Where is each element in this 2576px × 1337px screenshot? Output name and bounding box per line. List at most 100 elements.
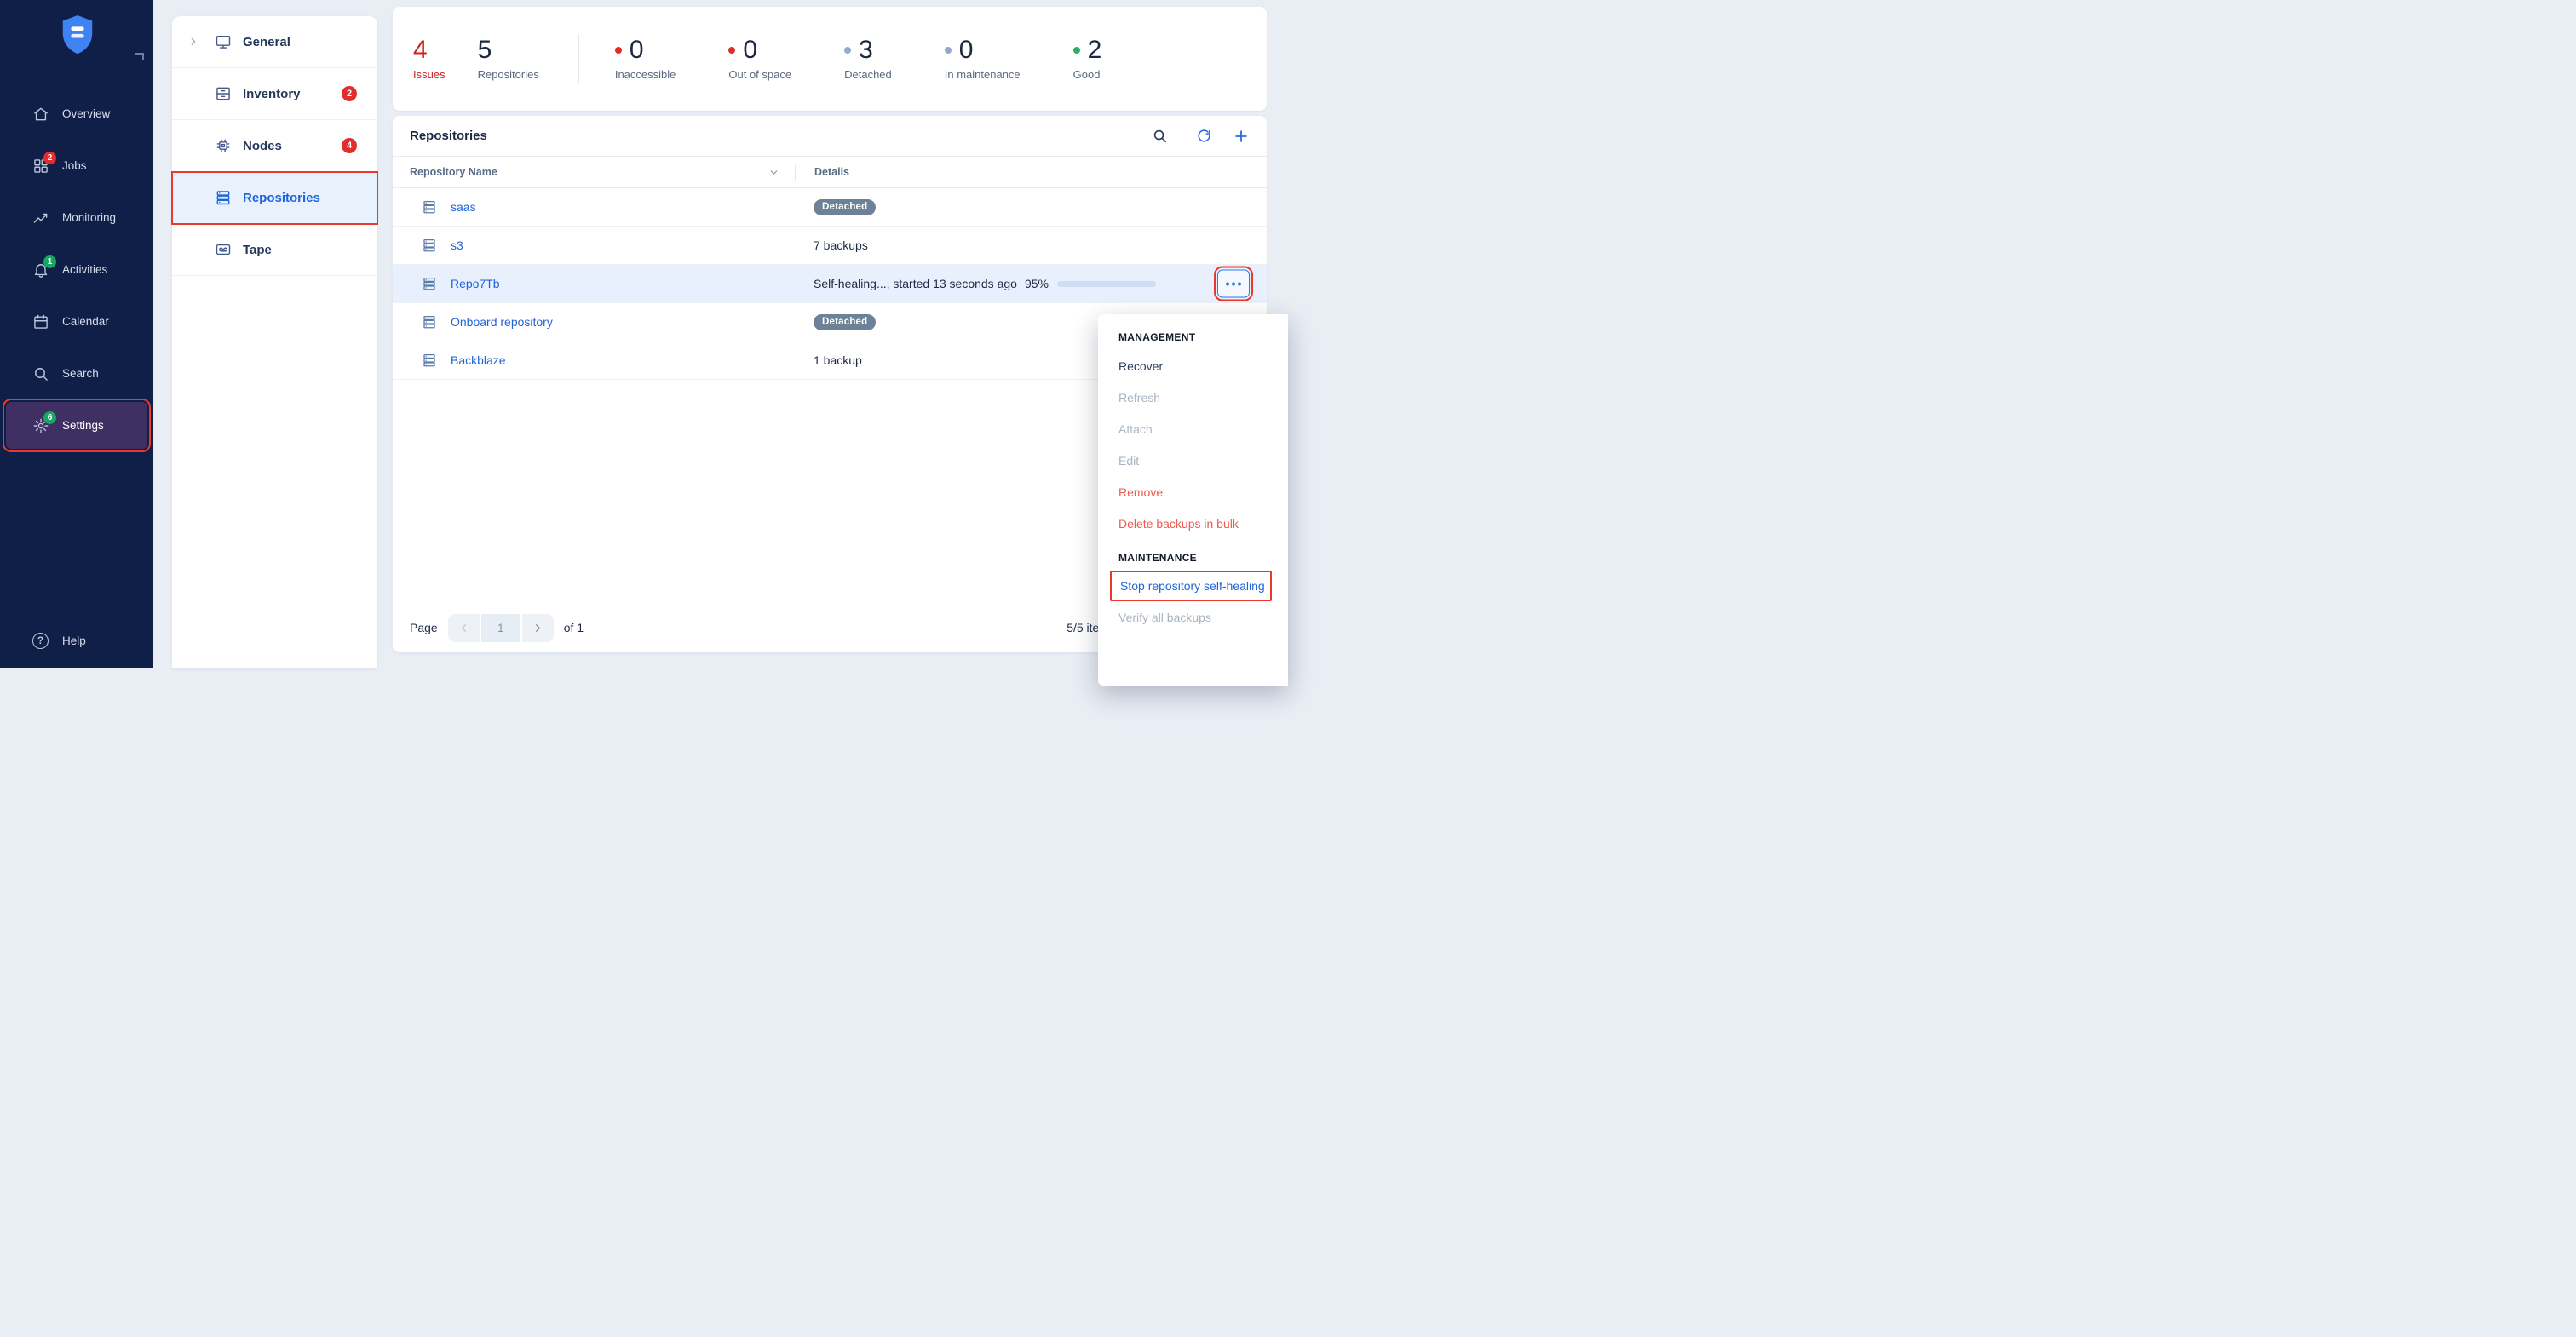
sidebar-help: ? Help <box>0 615 153 667</box>
menu-item-stop-repository-self-healing[interactable]: Stop repository self-healing <box>1110 571 1272 601</box>
page-of-label: of 1 <box>564 621 584 634</box>
sidebar-item-label: Search <box>62 367 99 380</box>
pager: 1 <box>448 614 554 642</box>
repository-name-link[interactable]: Onboard repository <box>451 315 553 329</box>
stat-in-maintenance: 0 In maintenance <box>945 37 1021 81</box>
stat-value: 0 <box>743 37 757 63</box>
sidebar-item-search[interactable]: Search <box>0 347 153 399</box>
menu-item-verify-all-backups: Verify all backups <box>1098 601 1288 633</box>
stat-value: 2 <box>1088 37 1102 63</box>
stat-value: 0 <box>959 37 974 63</box>
column-repository-name[interactable]: Repository Name <box>393 157 795 187</box>
stat-value: 3 <box>859 37 873 63</box>
details-text: 7 backups <box>814 238 868 252</box>
activities-badge: 1 <box>43 255 56 268</box>
help-icon: ? <box>32 633 49 650</box>
stat-label: Detached <box>844 68 892 81</box>
stat-inaccessible: 0 Inaccessible <box>615 37 676 81</box>
stat-issues: 4 Issues <box>413 37 446 81</box>
sidebar-item-help[interactable]: ? Help <box>0 615 153 667</box>
repository-context-menu: MANAGEMENT Recover Refresh Attach Edit R… <box>1098 314 1288 686</box>
page-number-input[interactable]: 1 <box>481 614 520 642</box>
sidebar-item-label: Monitoring <box>62 211 116 224</box>
repository-name-link[interactable]: Backblaze <box>451 353 506 367</box>
next-page-button[interactable] <box>522 614 554 642</box>
tape-icon <box>215 241 232 258</box>
menu-section-header-management: MANAGEMENT <box>1098 323 1288 350</box>
column-label: Repository Name <box>410 166 497 178</box>
app-logo-shield-icon <box>58 14 97 56</box>
menu-item-edit: Edit <box>1098 445 1288 476</box>
repository-icon <box>422 238 437 253</box>
settings-nav-nodes[interactable]: Nodes 4 <box>172 120 377 172</box>
settings-nav-general[interactable]: General <box>172 16 377 68</box>
repositories-icon <box>215 189 232 206</box>
table-row-repo7tb[interactable]: Repo7Tb Self-healing..., started 13 seco… <box>393 265 1267 303</box>
table-row-s3[interactable]: s3 7 backups <box>393 227 1267 265</box>
sidebar-item-jobs[interactable]: 2 Jobs <box>0 140 153 192</box>
table-row-saas[interactable]: saas Detached <box>393 188 1267 227</box>
divider <box>578 34 579 83</box>
progress-bar <box>1057 281 1156 287</box>
row-actions-ellipsis-button[interactable] <box>1217 270 1250 298</box>
status-dot-red <box>615 47 622 54</box>
repository-name-link[interactable]: saas <box>451 200 476 214</box>
menu-item-attach: Attach <box>1098 413 1288 445</box>
stat-label: Out of space <box>728 68 791 81</box>
status-dot-green <box>1073 47 1080 54</box>
sidebar-item-overview[interactable]: Overview <box>0 88 153 140</box>
chevron-right-icon[interactable] <box>187 36 199 48</box>
menu-item-recover[interactable]: Recover <box>1098 350 1288 382</box>
add-icon[interactable] <box>1233 128 1250 145</box>
stat-label: In maintenance <box>945 68 1021 81</box>
repository-name-link[interactable]: Repo7Tb <box>451 277 500 290</box>
search-icon <box>32 365 49 382</box>
stat-label: Inaccessible <box>615 68 676 81</box>
menu-item-delete-backups-in-bulk[interactable]: Delete backups in bulk <box>1098 508 1288 539</box>
repository-icon <box>422 276 437 291</box>
menu-item-remove[interactable]: Remove <box>1098 476 1288 508</box>
search-icon[interactable] <box>1152 128 1168 144</box>
sidebar-collapse-icon[interactable] <box>135 53 144 60</box>
repository-icon <box>422 353 437 368</box>
stat-good: 2 Good <box>1073 37 1102 81</box>
status-badge-detached: Detached <box>814 314 876 330</box>
repository-icon <box>422 199 437 215</box>
self-healing-status-text: Self-healing..., started 13 seconds ago <box>814 277 1017 290</box>
settings-nav-inventory[interactable]: Inventory 2 <box>172 68 377 120</box>
stat-label: Good <box>1073 68 1102 81</box>
stat-value: 5 <box>478 37 539 63</box>
sidebar-item-label: Overview <box>62 107 110 120</box>
stat-out-of-space: 0 Out of space <box>728 37 791 81</box>
panel-header: Repositories <box>393 116 1267 157</box>
sidebar-item-label: Activities <box>62 263 107 276</box>
previous-page-button[interactable] <box>448 614 480 642</box>
sort-chevron-down-icon[interactable] <box>768 167 779 178</box>
settings-nav-tape[interactable]: Tape <box>172 224 377 276</box>
settings-nav-label: Inventory <box>243 87 301 101</box>
sidebar-item-label: Help <box>62 634 86 647</box>
status-badge-detached: Detached <box>814 199 876 215</box>
panel-title: Repositories <box>410 129 487 143</box>
settings-nav-label: General <box>243 35 290 49</box>
settings-nav-repositories[interactable]: Repositories <box>172 172 377 224</box>
sidebar: Overview 2 Jobs Monitoring 1 Activities <box>0 0 153 668</box>
sidebar-item-label: Settings <box>62 419 104 432</box>
menu-section-header-maintenance: MAINTENANCE <box>1098 543 1288 571</box>
refresh-icon[interactable] <box>1196 128 1212 144</box>
sidebar-item-activities[interactable]: 1 Activities <box>0 244 153 296</box>
settings-badge: 6 <box>43 411 56 424</box>
display-icon <box>215 33 232 50</box>
sidebar-item-settings[interactable]: 6 Settings <box>6 402 147 449</box>
repository-icon <box>422 314 437 330</box>
table-column-headers: Repository Name Details <box>393 157 1267 188</box>
repository-name-link[interactable]: s3 <box>451 238 463 252</box>
column-details[interactable]: Details <box>796 157 1267 187</box>
sidebar-item-calendar[interactable]: Calendar <box>0 296 153 347</box>
sidebar-item-monitoring[interactable]: Monitoring <box>0 192 153 244</box>
stat-detached: 3 Detached <box>844 37 892 81</box>
settings-nav-panel: General Inventory 2 Nodes 4 Repositories… <box>172 16 377 668</box>
stat-repositories: 5 Repositories <box>478 37 539 81</box>
status-dot-gray <box>844 47 851 54</box>
nodes-badge: 4 <box>342 138 357 153</box>
